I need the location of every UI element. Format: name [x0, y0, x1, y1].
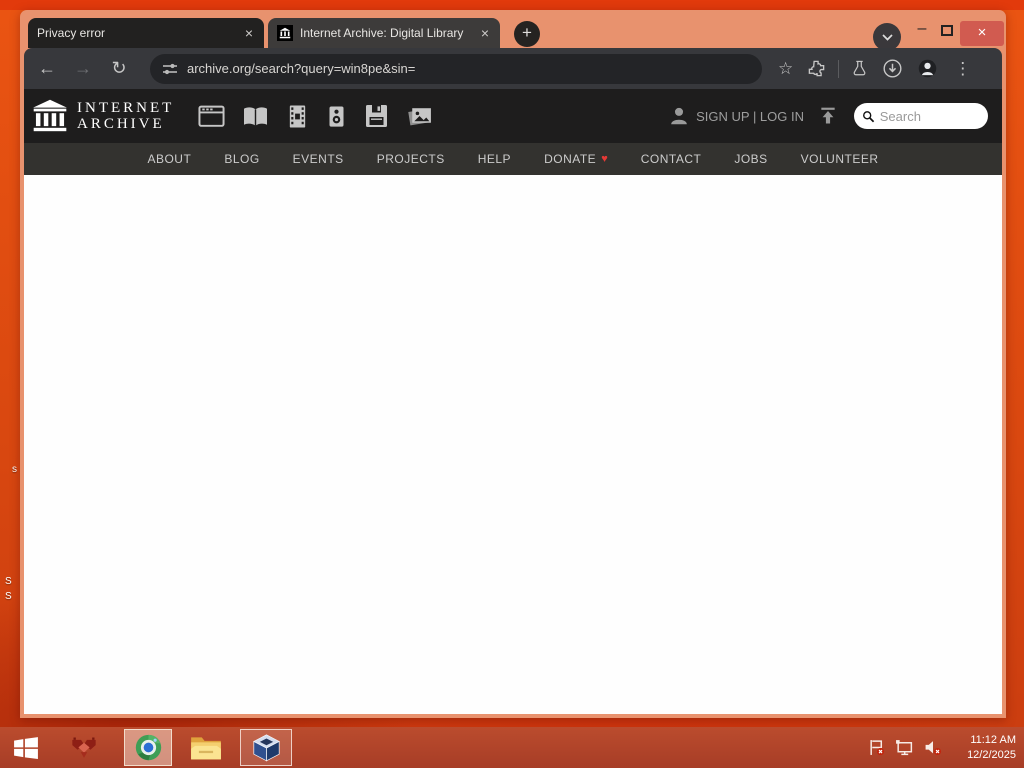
browser-menu-icon[interactable]: ⋮: [954, 59, 971, 79]
browser-toolbar: ← → ↻ archive.org/search?query=win8pe&si…: [24, 48, 1002, 89]
site-settings-tune-icon[interactable]: [162, 62, 178, 76]
software-icon[interactable]: [364, 104, 389, 128]
nav-item-volunteer[interactable]: VOLUNTEER: [801, 152, 879, 166]
file-explorer-taskbar-icon[interactable]: [186, 729, 226, 766]
desktop: s S S Privacy error × Internet Archive: …: [0, 0, 1024, 768]
minimize-button[interactable]: –: [910, 18, 934, 42]
address-bar[interactable]: archive.org/search?query=win8pe&sin=: [150, 53, 762, 84]
nav-item-events[interactable]: EVENTS: [293, 152, 344, 166]
search-icon: [863, 110, 875, 122]
red-app-taskbar-icon[interactable]: [64, 729, 104, 766]
tab-search-button[interactable]: [873, 23, 901, 51]
action-center-flag-icon[interactable]: [868, 739, 885, 756]
taskbar: 11:12 AM 12/2/2025: [0, 727, 1024, 768]
url-text[interactable]: archive.org/search?query=win8pe&sin=: [187, 61, 415, 76]
site-search-input[interactable]: [879, 108, 980, 124]
new-tab-button[interactable]: +: [514, 21, 540, 47]
site-search-box[interactable]: [854, 103, 988, 129]
images-icon[interactable]: [406, 104, 433, 128]
tab-close-icon[interactable]: ×: [479, 25, 491, 41]
network-status-icon[interactable]: [895, 739, 914, 756]
tab-title: Internet Archive: Digital Library: [300, 26, 464, 40]
texts-icon[interactable]: [242, 105, 269, 128]
donate-heart-icon: ♥: [601, 153, 608, 165]
internet-archive-header: INTERNET ARCHIVE SIGN UP | LOG IN: [24, 89, 1002, 143]
nav-item-about[interactable]: ABOUT: [147, 152, 191, 166]
tab-strip: Privacy error × Internet Archive: Digita…: [20, 10, 1006, 51]
windows-logo-icon: [14, 736, 38, 759]
tab-title: Privacy error: [37, 26, 106, 40]
web-icon[interactable]: [198, 105, 225, 128]
account-person-icon[interactable]: [668, 105, 690, 127]
tab-internet-archive[interactable]: Internet Archive: Digital Library ×: [268, 18, 500, 48]
system-tray: [868, 739, 942, 756]
internet-archive-wordmark[interactable]: INTERNET ARCHIVE: [77, 100, 174, 132]
internet-archive-favicon: [277, 25, 293, 41]
signup-login-link[interactable]: SIGN UP | LOG IN: [696, 109, 804, 124]
chrome-taskbar-icon[interactable]: [124, 729, 172, 766]
desktop-label-fragment: S: [5, 591, 12, 602]
toolbar-separator: [838, 59, 840, 78]
maximize-button[interactable]: [941, 25, 953, 36]
virtualbox-taskbar-icon[interactable]: [240, 729, 292, 766]
extensions-puzzle-icon[interactable]: [807, 59, 826, 78]
tab-privacy-error[interactable]: Privacy error ×: [28, 18, 264, 48]
back-button[interactable]: ←: [36, 58, 58, 79]
internet-archive-logo-icon[interactable]: [32, 98, 68, 134]
internet-archive-nav: ABOUT BLOG EVENTS PROJECTS HELP DONATE ♥…: [24, 143, 1002, 175]
reload-button[interactable]: ↻: [108, 58, 130, 79]
chevron-down-icon: [881, 33, 893, 41]
volume-muted-icon[interactable]: [924, 739, 942, 756]
page-content-empty: [24, 175, 1002, 714]
header-right-group: SIGN UP | LOG IN: [668, 103, 988, 129]
web-page: INTERNET ARCHIVE SIGN UP | LOG IN Search…: [24, 89, 1002, 714]
nav-item-donate[interactable]: DONATE ♥: [544, 152, 608, 166]
bookmark-star-icon[interactable]: ☆: [778, 59, 793, 79]
start-button[interactable]: [6, 729, 46, 766]
desktop-label-fragment: S: [5, 576, 12, 587]
tab-close-icon[interactable]: ×: [243, 25, 255, 41]
close-window-button[interactable]: ×: [960, 21, 1004, 46]
upload-icon[interactable]: [818, 106, 838, 126]
forward-button: →: [74, 58, 92, 78]
taskbar-clock[interactable]: 11:12 AM 12/2/2025: [954, 733, 1016, 763]
profile-avatar-icon[interactable]: [917, 58, 938, 79]
browser-window: Privacy error × Internet Archive: Digita…: [20, 10, 1006, 718]
desktop-label-fragment: s: [12, 464, 17, 475]
nav-item-help[interactable]: HELP: [478, 152, 511, 166]
downloads-icon[interactable]: [882, 58, 903, 79]
audio-icon[interactable]: [326, 104, 347, 129]
video-icon[interactable]: [286, 104, 309, 129]
nav-item-blog[interactable]: BLOG: [224, 152, 259, 166]
clock-time: 11:12 AM: [970, 733, 1016, 746]
nav-item-contact[interactable]: CONTACT: [641, 152, 702, 166]
media-type-row: [198, 104, 433, 129]
nav-item-jobs[interactable]: JOBS: [734, 152, 767, 166]
labs-flask-icon[interactable]: [851, 59, 868, 78]
clock-date: 12/2/2025: [967, 748, 1016, 761]
nav-item-projects[interactable]: PROJECTS: [377, 152, 445, 166]
